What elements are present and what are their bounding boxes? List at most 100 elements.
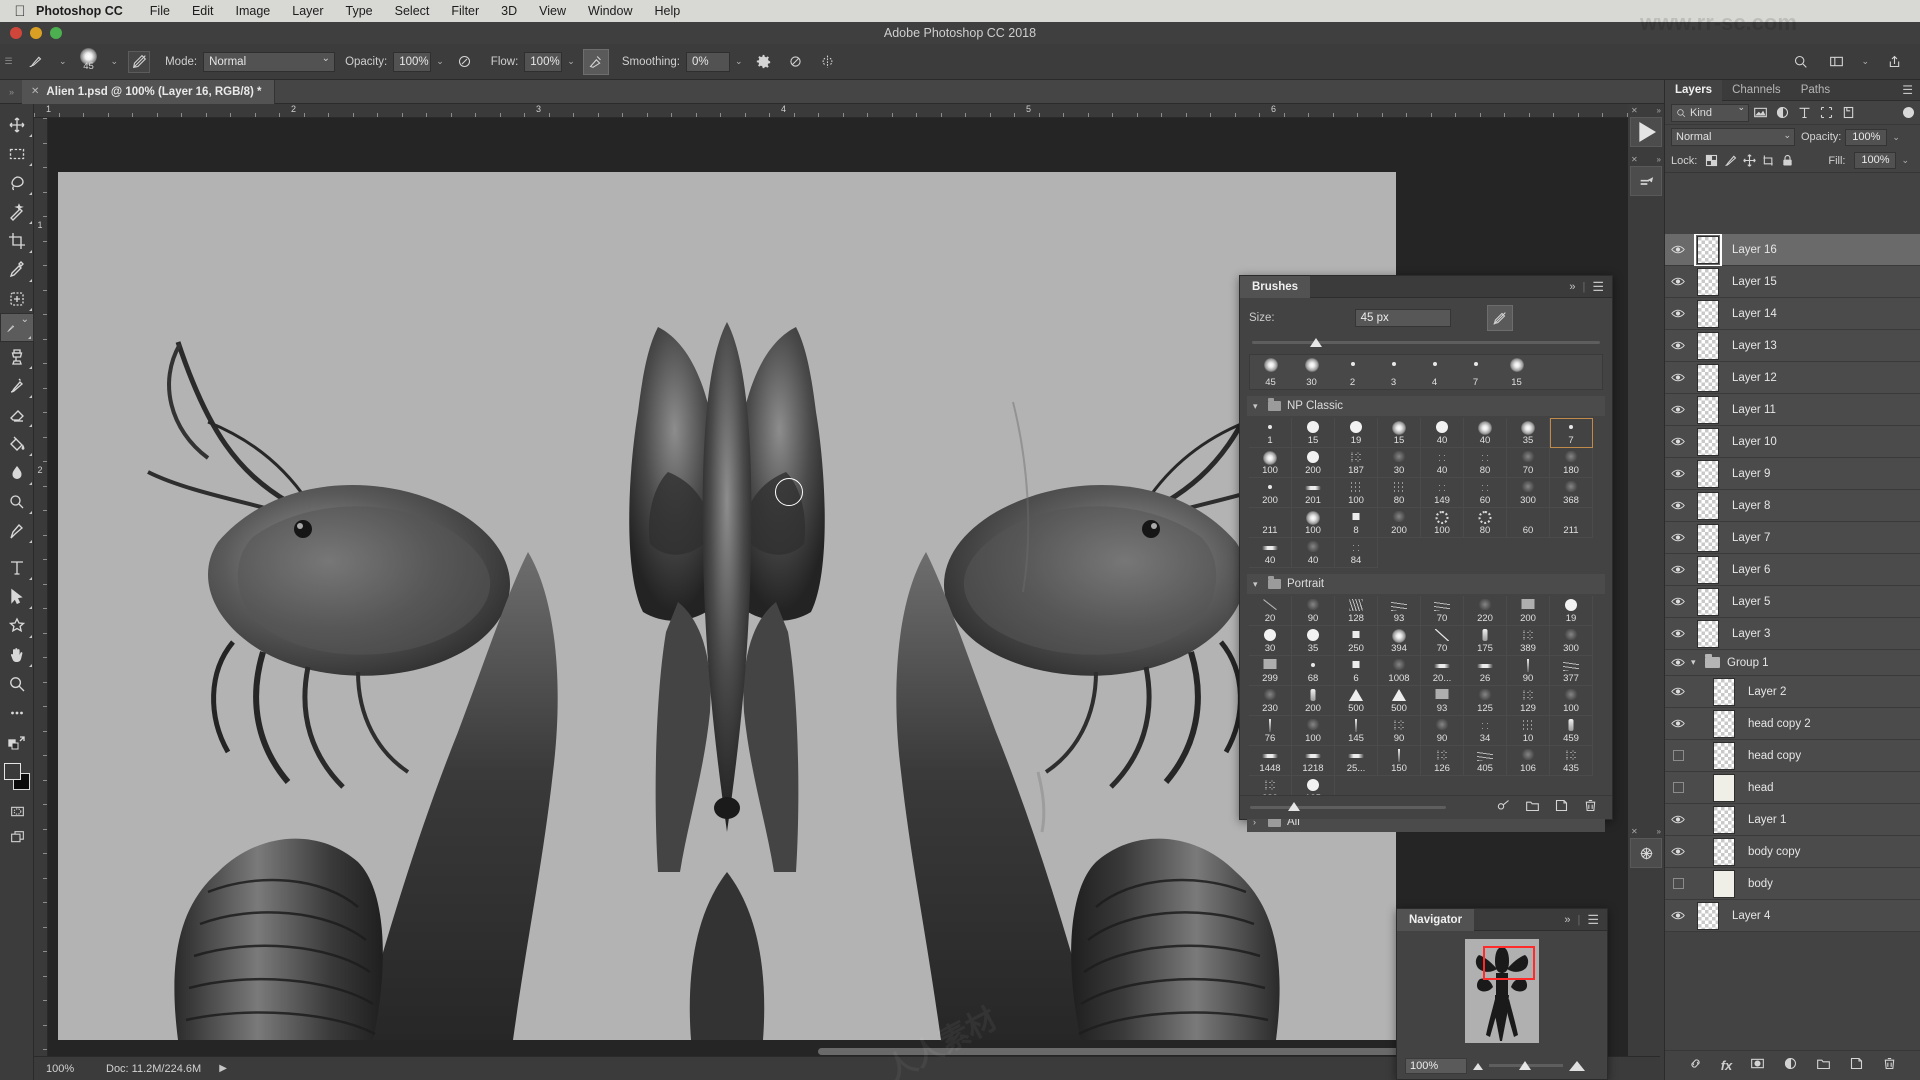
brush-preset-item[interactable]: 1218: [1292, 746, 1335, 776]
layer-visibility-toggle[interactable]: [1665, 522, 1691, 554]
apple-icon[interactable]: : [8, 4, 32, 19]
lasso-tool[interactable]: [0, 168, 34, 197]
menu-window[interactable]: Window: [577, 0, 643, 22]
layer-row[interactable]: Layer 13: [1665, 330, 1920, 362]
brush-preset-item[interactable]: 300: [1550, 626, 1593, 656]
layer-thumbnail[interactable]: [1713, 869, 1735, 898]
close-icon[interactable]: ✕: [1631, 155, 1638, 164]
panel-header[interactable]: ✕»: [1628, 153, 1664, 166]
navigator-panel-collapsed[interactable]: ✕»: [1628, 825, 1664, 868]
type-tool[interactable]: [0, 553, 34, 582]
chevron-down-icon[interactable]: ⌄: [54, 56, 72, 67]
brush-preset-item[interactable]: 250: [1335, 626, 1378, 656]
tab-brushes[interactable]: Brushes: [1240, 275, 1311, 298]
new-group-icon[interactable]: [1816, 1056, 1831, 1076]
brush-preset-item[interactable]: 200: [1249, 478, 1292, 508]
zoom-tool[interactable]: [0, 669, 34, 698]
layer-thumbnail[interactable]: [1697, 267, 1719, 296]
opacity-chevron-icon[interactable]: ⌄: [431, 56, 449, 67]
layer-row[interactable]: body: [1665, 868, 1920, 900]
chevron-down-icon[interactable]: ▾: [1253, 579, 1262, 590]
brush-preset-item[interactable]: 90: [1378, 716, 1421, 746]
layer-style-fx-icon[interactable]: fx: [1721, 1058, 1733, 1073]
panel-menu-icon[interactable]: ☰: [1902, 84, 1920, 96]
brush-preset-item[interactable]: 30: [1291, 355, 1332, 389]
brush-preset-item[interactable]: 15: [1496, 355, 1537, 389]
brush-preset-item[interactable]: 125: [1464, 686, 1507, 716]
tab-bar-grip[interactable]: »: [0, 87, 22, 97]
chevron-down-icon[interactable]: ▾: [1691, 657, 1702, 668]
layer-thumbnail[interactable]: [1713, 709, 1735, 738]
brush-preset-item[interactable]: 100: [1292, 508, 1335, 538]
brush-preset-item[interactable]: 1008: [1378, 656, 1421, 686]
add-mask-icon[interactable]: [1750, 1056, 1765, 1076]
eraser-tool[interactable]: [0, 400, 34, 429]
brush-preset-item[interactable]: 201: [1292, 478, 1335, 508]
brush-preset-item[interactable]: 84: [1335, 538, 1378, 568]
layer-thumbnail-wrap[interactable]: [1691, 555, 1725, 584]
double-chevron-icon[interactable]: »: [1657, 106, 1661, 115]
menu-edit[interactable]: Edit: [181, 0, 225, 22]
layer-thumbnail-wrap[interactable]: [1691, 491, 1725, 520]
brush-preset-item[interactable]: 70: [1507, 448, 1550, 478]
layer-thumbnail[interactable]: [1697, 619, 1719, 648]
eyedropper-tool[interactable]: [0, 255, 34, 284]
layer-visibility-toggle[interactable]: [1665, 554, 1691, 586]
tab-channels[interactable]: Channels: [1722, 80, 1791, 101]
layer-visibility-toggle[interactable]: [1665, 426, 1691, 458]
brush-preset-item[interactable]: 3: [1373, 355, 1414, 389]
brush-preset-item[interactable]: 389: [1507, 626, 1550, 656]
opacity-input[interactable]: 100%: [393, 51, 432, 72]
brush-grid[interactable]: 20 90 128 93 70 220 200 19 30 35 250 394 70 175 389 300…: [1249, 596, 1593, 806]
brush-preset-item[interactable]: 68: [1292, 656, 1335, 686]
layer-list[interactable]: Layer 16 Layer 15 Layer 14 Layer 13 Layer 12…: [1665, 234, 1920, 1046]
layer-visibility-toggle[interactable]: [1665, 362, 1691, 394]
layer-thumbnail-wrap[interactable]: [1691, 395, 1725, 424]
brush-preset-item[interactable]: 100: [1249, 448, 1292, 478]
menu-filter[interactable]: Filter: [440, 0, 490, 22]
brush-preset-item[interactable]: 1: [1249, 418, 1292, 448]
menu-3d[interactable]: 3D: [490, 0, 528, 22]
foreground-color-swatch[interactable]: [4, 763, 21, 780]
smoothing-chevron-icon[interactable]: ⌄: [730, 56, 748, 67]
close-icon[interactable]: ✕: [1631, 106, 1638, 115]
brush-preset-item[interactable]: 150: [1378, 746, 1421, 776]
layer-row[interactable]: Layer 15: [1665, 266, 1920, 298]
pressure-for-opacity-icon[interactable]: [783, 49, 809, 75]
screen-mode-icon[interactable]: [0, 824, 34, 850]
layer-fill-chevron-icon[interactable]: ⌄: [1896, 155, 1914, 166]
brush-preset-item[interactable]: 15: [1378, 418, 1421, 448]
layer-row[interactable]: Layer 14: [1665, 298, 1920, 330]
blur-tool[interactable]: [0, 458, 34, 487]
brush-size-input[interactable]: 45 px: [1354, 309, 1451, 327]
layer-thumbnail[interactable]: [1697, 555, 1719, 584]
brush-preset-item[interactable]: 20: [1249, 596, 1292, 626]
lock-transparency-icon[interactable]: [1702, 152, 1721, 170]
tab-navigator[interactable]: Navigator: [1397, 908, 1475, 931]
clone-stamp-tool[interactable]: [0, 342, 34, 371]
brush-preset-item[interactable]: 200: [1292, 686, 1335, 716]
adjustment-layer-icon[interactable]: [1783, 1056, 1798, 1076]
layer-row[interactable]: Layer 5: [1665, 586, 1920, 618]
quick-mask-icon[interactable]: [0, 798, 34, 824]
brush-preset-item[interactable]: 60: [1507, 508, 1550, 538]
layer-visibility-toggle[interactable]: [1665, 394, 1691, 426]
double-chevron-icon[interactable]: »: [1657, 827, 1661, 836]
flow-input[interactable]: 100%: [524, 51, 563, 72]
layer-thumbnail[interactable]: [1713, 677, 1735, 706]
layer-fill-input[interactable]: 100%: [1854, 152, 1897, 169]
layer-thumbnail-wrap[interactable]: [1691, 267, 1725, 296]
layer-thumbnail-wrap[interactable]: [1691, 363, 1725, 392]
layer-visibility-toggle[interactable]: [1665, 458, 1691, 490]
duplicate-icon[interactable]: [1554, 798, 1569, 818]
close-icon[interactable]: ✕: [31, 86, 39, 97]
compass-icon[interactable]: [1630, 838, 1662, 868]
layer-row[interactable]: Layer 3: [1665, 618, 1920, 650]
layer-thumbnail-wrap[interactable]: [1707, 805, 1741, 834]
move-tool[interactable]: [0, 110, 34, 139]
panel-header[interactable]: ✕»: [1628, 825, 1664, 838]
brush-size-slider[interactable]: [1252, 338, 1600, 350]
layer-row[interactable]: head copy 2: [1665, 708, 1920, 740]
lock-position-icon[interactable]: [1740, 152, 1759, 170]
navigator-zoom-slider[interactable]: [1489, 1061, 1563, 1071]
